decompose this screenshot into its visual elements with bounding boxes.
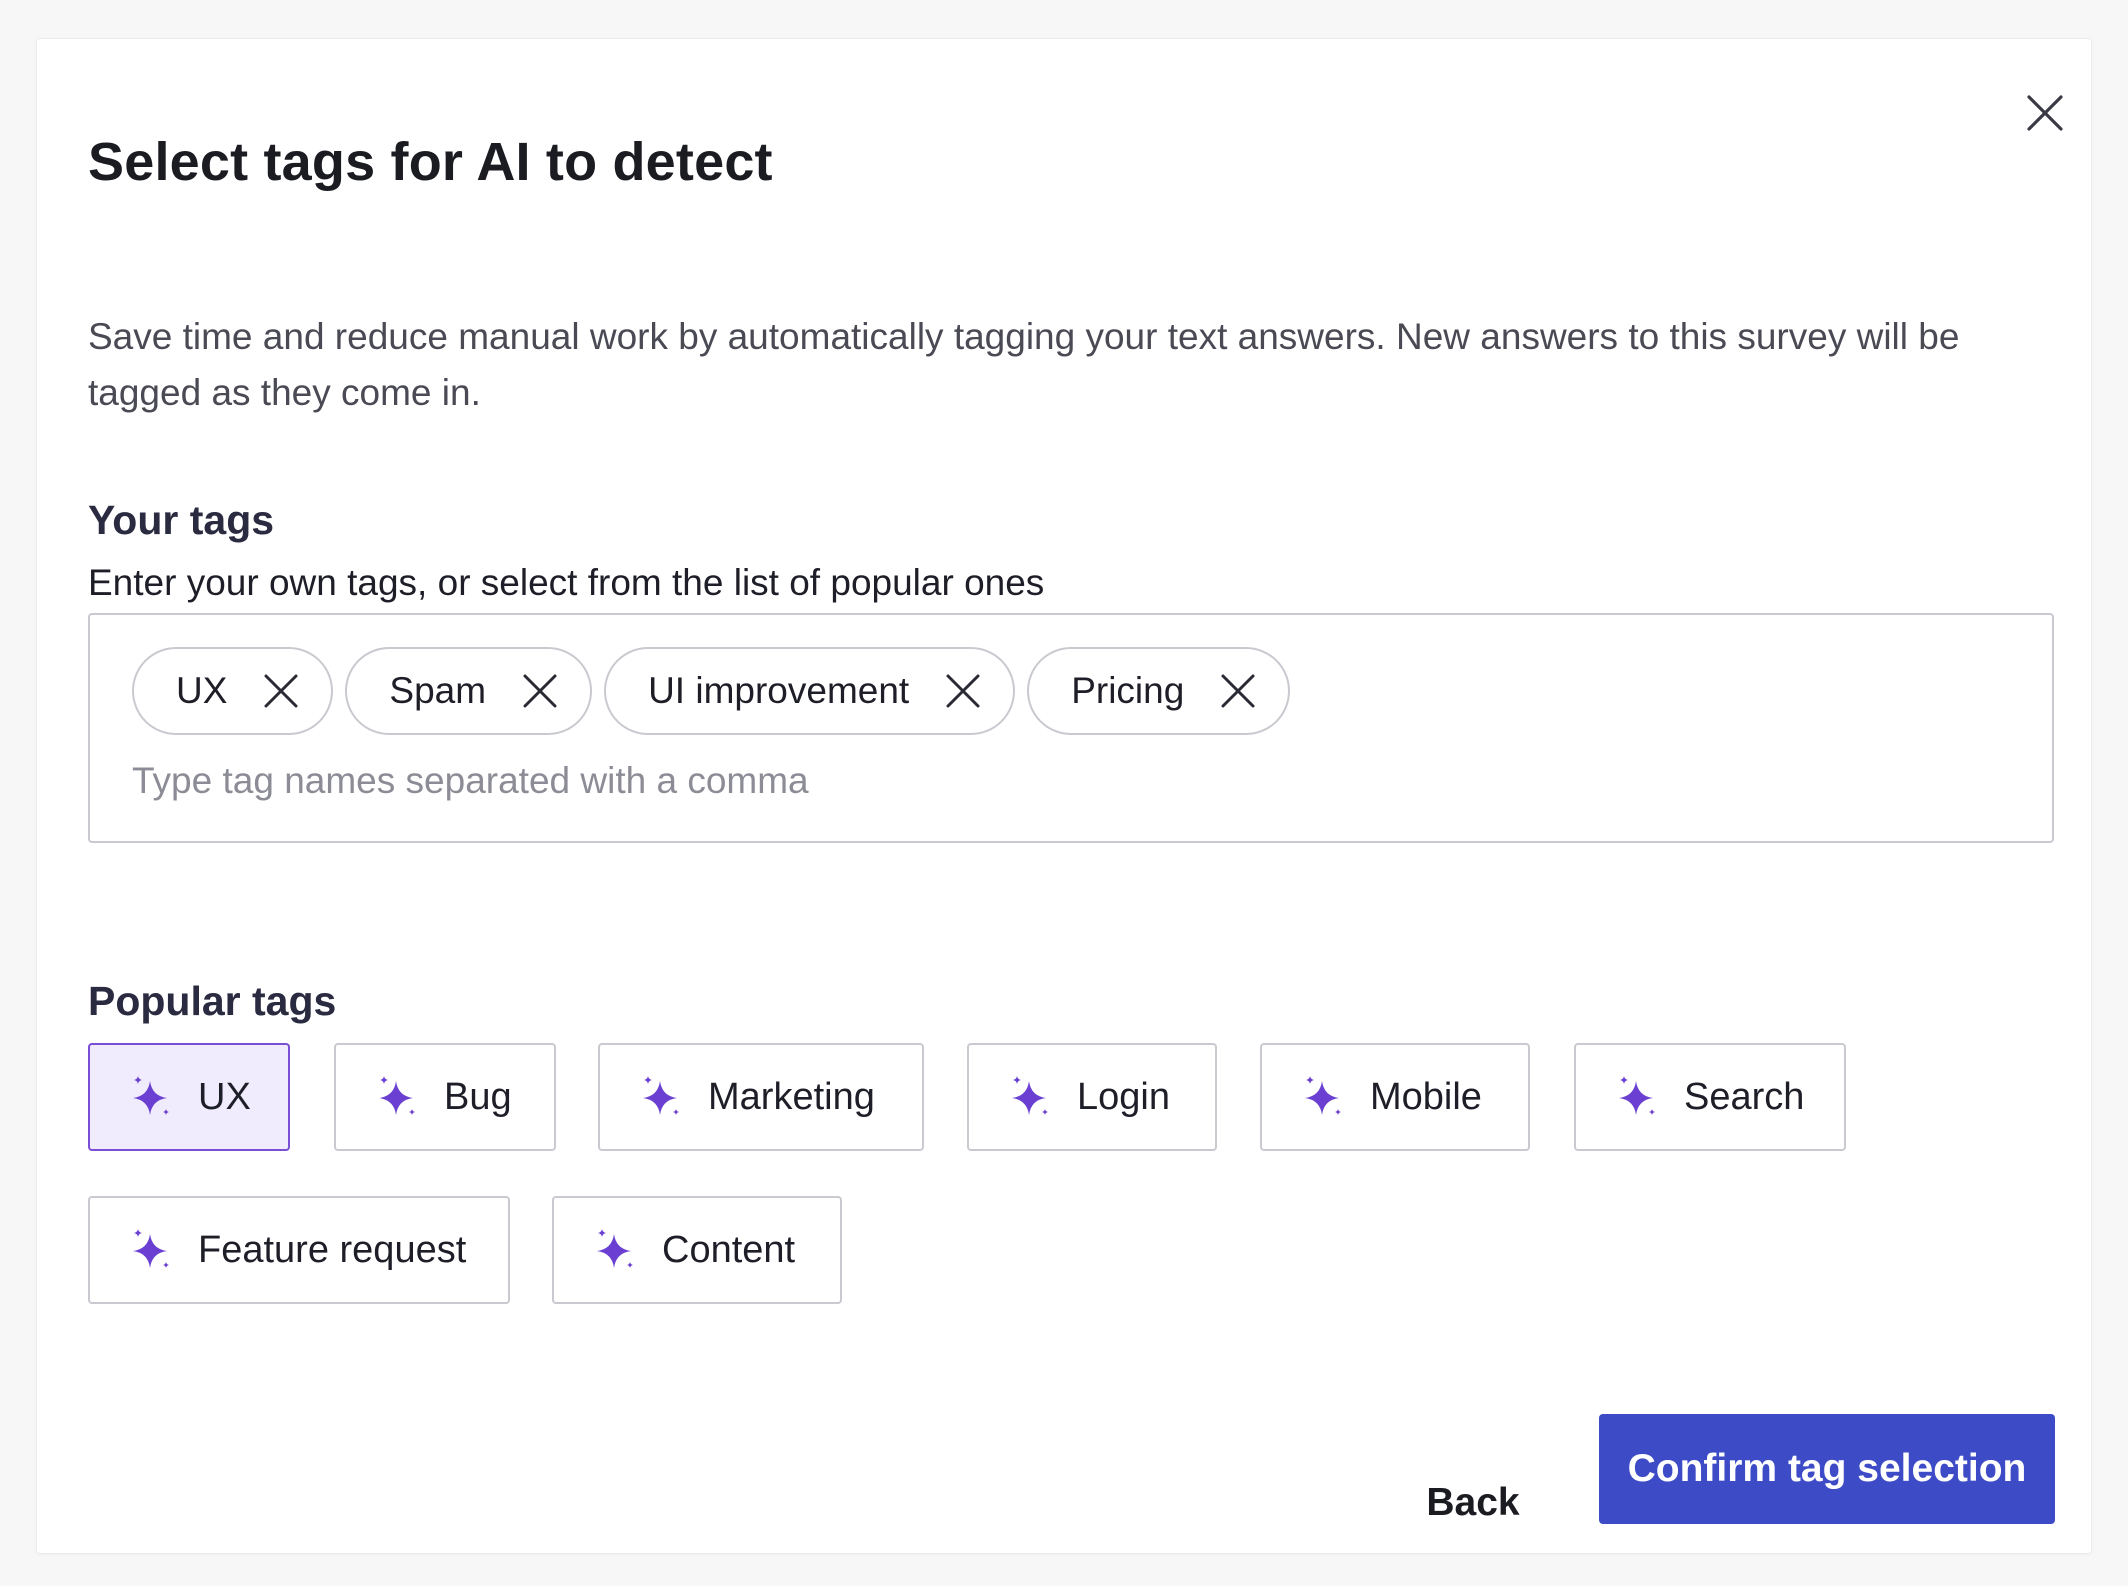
tag-selection-dialog: Select tags for AI to detect Save time a… — [36, 38, 2092, 1554]
close-button[interactable] — [2015, 83, 2075, 143]
popular-tag-feature-request[interactable]: Feature request — [88, 1196, 510, 1304]
tag-chip-ui-improvement: UI improvement — [604, 647, 1016, 735]
confirm-tag-selection-button[interactable]: Confirm tag selection — [1599, 1414, 2055, 1524]
back-button[interactable]: Back — [1403, 1449, 1543, 1557]
popular-tag-login[interactable]: Login — [967, 1043, 1217, 1151]
popular-tag-bug[interactable]: Bug — [334, 1043, 556, 1151]
popular-tag-marketing[interactable]: Marketing — [598, 1043, 924, 1151]
remove-tag-icon[interactable] — [943, 671, 983, 711]
popular-tag-label: Search — [1684, 1075, 1805, 1118]
sparkle-icon — [643, 1076, 679, 1115]
tag-entry-box[interactable]: UX Spam UI improvement Pricing Type tag … — [88, 613, 2054, 843]
remove-tag-icon[interactable] — [261, 671, 301, 711]
tag-chip-spam: Spam — [345, 647, 593, 735]
popular-tag-ux[interactable]: UX — [88, 1043, 290, 1151]
tag-chip-label: Pricing — [1071, 670, 1185, 711]
tag-chip-list: UX Spam UI improvement Pricing — [132, 647, 1291, 735]
sparkle-icon — [379, 1076, 415, 1115]
your-tags-subheading: Enter your own tags, or select from the … — [88, 562, 1045, 603]
close-icon — [2027, 95, 2063, 131]
popular-tag-search[interactable]: Search — [1574, 1043, 1846, 1151]
popular-tag-label: Feature request — [198, 1228, 467, 1271]
sparkle-icon — [597, 1229, 633, 1268]
popular-tag-label: Marketing — [708, 1075, 875, 1118]
popular-tag-label: Mobile — [1370, 1075, 1482, 1118]
sparkle-icon — [133, 1229, 169, 1268]
popular-tag-mobile[interactable]: Mobile — [1260, 1043, 1530, 1151]
sparkle-icon — [1305, 1076, 1341, 1115]
popular-tags-heading: Popular tags — [88, 978, 337, 1024]
tag-chip-label: UX — [176, 670, 228, 711]
tag-chip-pricing: Pricing — [1027, 647, 1291, 735]
tag-name-input[interactable] — [132, 755, 1932, 807]
sparkle-icon — [1012, 1076, 1048, 1115]
tag-chip-ux: UX — [132, 647, 334, 735]
dialog-title: Select tags for AI to detect — [88, 132, 773, 192]
remove-tag-icon[interactable] — [1218, 671, 1258, 711]
dialog-description: Save time and reduce manual work by auto… — [88, 316, 1960, 413]
tag-chip-label: Spam — [389, 670, 487, 711]
popular-tag-label: Login — [1077, 1075, 1170, 1118]
popular-tag-content[interactable]: Content — [552, 1196, 842, 1304]
sparkle-icon — [133, 1076, 169, 1115]
sparkle-icon — [1619, 1076, 1655, 1115]
popular-tag-label: UX — [198, 1075, 251, 1118]
remove-tag-icon[interactable] — [520, 671, 560, 711]
popular-tag-label: Content — [662, 1228, 796, 1271]
your-tags-heading: Your tags — [88, 497, 275, 543]
tag-chip-label: UI improvement — [648, 670, 910, 711]
popular-tag-label: Bug — [444, 1075, 512, 1118]
